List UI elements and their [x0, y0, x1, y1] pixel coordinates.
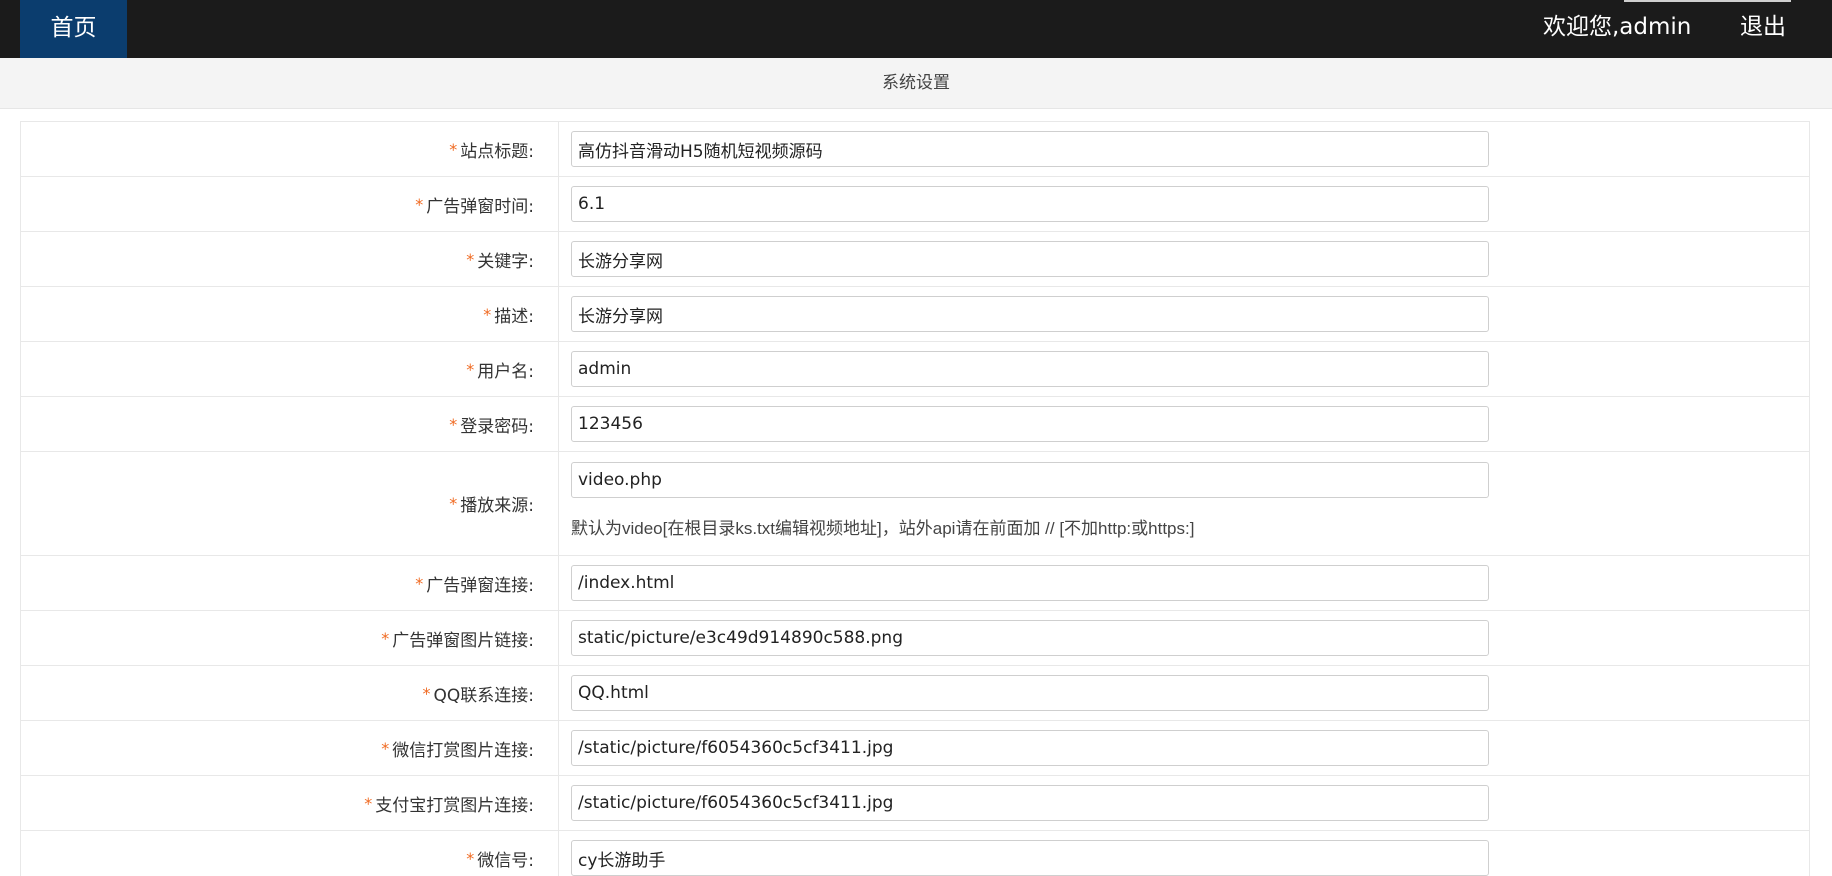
form-row-description: * 描述:	[21, 287, 1809, 342]
settings-form: *站点标题: *广告弹窗时间: *关键字: *描述: *用户名: *登录密码: …	[20, 121, 1810, 876]
wechat-id-input[interactable]	[571, 840, 1489, 876]
ad-popup-link-input[interactable]	[571, 565, 1489, 601]
label-text: 广告弹窗时间:	[426, 196, 534, 217]
username-input[interactable]	[571, 351, 1489, 387]
nav-home-tab[interactable]: 首页	[20, 0, 127, 58]
qq-link-input[interactable]	[571, 675, 1489, 711]
label-text: 微信打赏图片连接:	[392, 740, 534, 761]
required-mark: *	[381, 628, 390, 648]
field-label: * QQ联系连接:	[21, 666, 559, 720]
ad-popup-image-input[interactable]	[571, 620, 1489, 656]
field-label: * 描述:	[21, 287, 559, 341]
play-source-hint: 默认为video[在根目录ks.txt编辑视频地址]，站外api请在前面加 //…	[571, 519, 1195, 538]
play-source-input[interactable]	[571, 462, 1489, 498]
field-label: * 播放来源:	[21, 452, 559, 555]
ad-popup-time-input[interactable]	[571, 186, 1489, 222]
field-label: * 关键字:	[21, 232, 559, 286]
welcome-text: 欢迎您,admin	[1543, 14, 1692, 40]
form-row-wechat-reward-image: * 微信打赏图片连接:	[21, 721, 1809, 776]
page-title: 系统设置	[0, 58, 1832, 109]
field-label: * 支付宝打赏图片连接:	[21, 776, 559, 830]
form-row-qq-link: * QQ联系连接:	[21, 666, 1809, 721]
logout-link[interactable]: 退出	[1740, 0, 1786, 58]
required-mark: *	[483, 304, 492, 324]
label-text: 关键字:	[477, 251, 534, 272]
required-mark: *	[415, 194, 424, 214]
field-label: * 站点标题:	[21, 122, 559, 176]
form-row-username: * 用户名:	[21, 342, 1809, 397]
label-text: 支付宝打赏图片连接:	[375, 795, 534, 816]
required-mark: *	[422, 683, 431, 703]
field-label: * 广告弹窗图片链接:	[21, 611, 559, 665]
label-text: 站点标题:	[460, 141, 534, 162]
label-text: 广告弹窗连接:	[426, 575, 534, 596]
field-label: * 广告弹窗连接:	[21, 556, 559, 610]
label-text: 微信号:	[477, 850, 534, 871]
password-input[interactable]	[571, 406, 1489, 442]
label-text: QQ联系连接:	[433, 685, 535, 706]
form-row-password: * 登录密码:	[21, 397, 1809, 452]
description-input[interactable]	[571, 296, 1489, 332]
field-label: * 微信号:	[21, 831, 559, 876]
wechat-reward-image-input[interactable]	[571, 730, 1489, 766]
required-mark: *	[466, 359, 475, 379]
required-mark: *	[449, 139, 458, 159]
label-text: 登录密码:	[460, 416, 534, 437]
label-text: 描述:	[494, 306, 534, 327]
form-row-ad-popup-image: * 广告弹窗图片链接:	[21, 611, 1809, 666]
required-mark: *	[466, 249, 475, 269]
form-row-ad-popup-time: * 广告弹窗时间:	[21, 177, 1809, 232]
field-label: * 登录密码:	[21, 397, 559, 451]
required-mark: *	[364, 793, 373, 813]
form-row-site-title: * 站点标题:	[21, 122, 1809, 177]
required-mark: *	[466, 848, 475, 868]
field-label: * 用户名:	[21, 342, 559, 396]
form-row-play-source: *播放来源: 默认为video[在根目录ks.txt编辑视频地址]，站外api请…	[21, 452, 1809, 556]
form-row-ad-popup-link: * 广告弹窗连接:	[21, 556, 1809, 611]
form-row-keywords: * 关键字:	[21, 232, 1809, 287]
label-text: 播放来源:	[460, 496, 534, 516]
required-mark: *	[449, 494, 458, 513]
field-label: * 广告弹窗时间:	[21, 177, 559, 231]
label-text: 用户名:	[477, 361, 534, 382]
required-mark: *	[449, 414, 458, 434]
form-row-alipay-reward-image: * 支付宝打赏图片连接:	[21, 776, 1809, 831]
required-mark: *	[415, 573, 424, 593]
alipay-reward-image-input[interactable]	[571, 785, 1489, 821]
keywords-input[interactable]	[571, 241, 1489, 277]
required-mark: *	[381, 738, 390, 758]
field-label: * 微信打赏图片连接:	[21, 721, 559, 775]
site-title-input[interactable]	[571, 131, 1489, 167]
form-row-wechat-id: * 微信号:	[21, 831, 1809, 876]
top-nav-bar: 首页 欢迎您,admin 退出	[0, 0, 1832, 58]
label-text: 广告弹窗图片链接:	[392, 630, 534, 651]
